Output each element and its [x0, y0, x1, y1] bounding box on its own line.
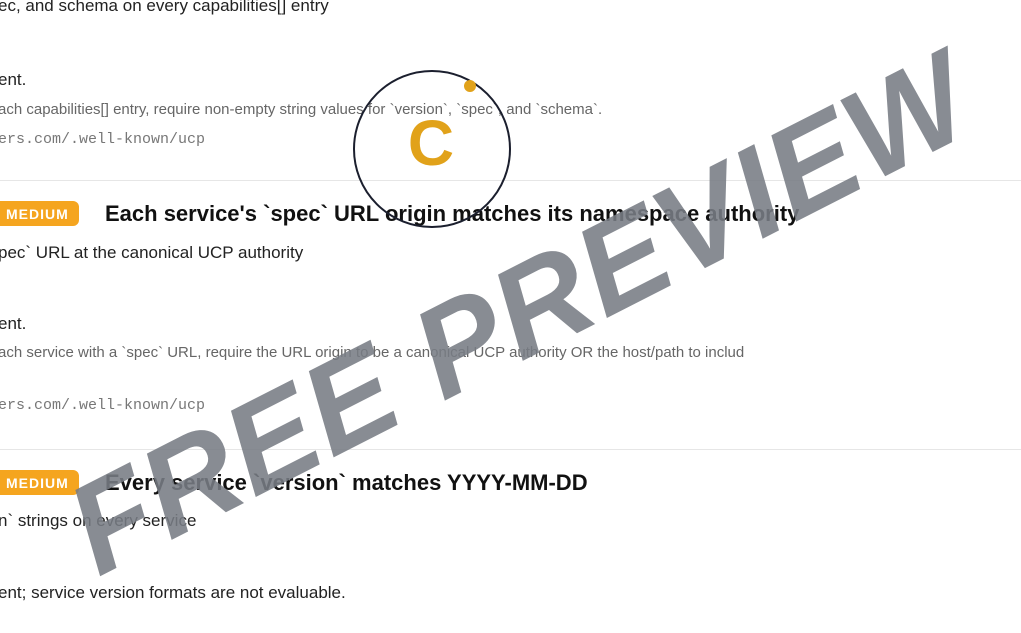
severity-badge: MEDIUM [0, 201, 79, 226]
logo-dot [464, 80, 476, 92]
logo-letter: C [407, 107, 455, 179]
check-url[interactable]: ers.com/.well-known/ucp [0, 397, 205, 414]
check-description: ach capabilities[] entry, require non-em… [0, 101, 603, 118]
check-status: ent. [0, 314, 27, 333]
divider [0, 180, 1021, 181]
check-heading: Every service `version` matches YYYY-MM-… [105, 470, 588, 495]
check-title: n` strings on every service [0, 511, 197, 530]
check-url[interactable]: ers.com/.well-known/ucp [0, 131, 205, 148]
check-title: pec` URL at the canonical UCP authority [0, 243, 304, 262]
check-status: ent; service version formats are not eva… [0, 583, 346, 602]
check-title: ec, and schema on every capabilities[] e… [0, 0, 329, 15]
severity-badge: MEDIUM [0, 470, 79, 495]
watermark: FREE PREVIEW [45, 24, 995, 603]
check-status: ent. [0, 70, 27, 89]
check-description: ach service with a `spec` URL, require t… [0, 344, 745, 361]
divider [0, 449, 1021, 450]
